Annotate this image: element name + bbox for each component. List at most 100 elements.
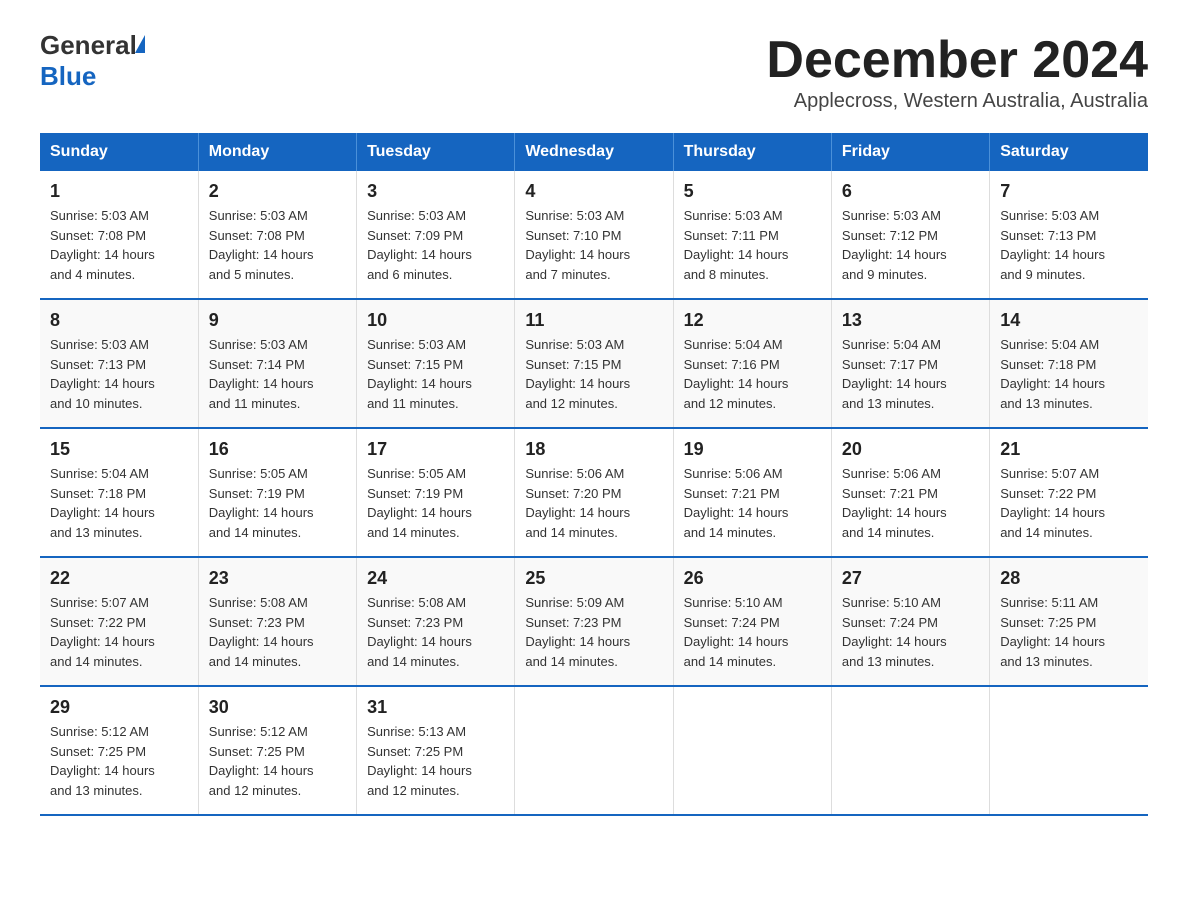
day-info: Sunrise: 5:08 AMSunset: 7:23 PMDaylight:… xyxy=(367,595,472,669)
header-monday: Monday xyxy=(198,133,356,171)
day-number: 15 xyxy=(50,439,188,460)
header-friday: Friday xyxy=(831,133,989,171)
day-info: Sunrise: 5:04 AMSunset: 7:18 PMDaylight:… xyxy=(1000,337,1105,411)
calendar-cell: 18 Sunrise: 5:06 AMSunset: 7:20 PMDaylig… xyxy=(515,428,673,557)
calendar-cell: 29 Sunrise: 5:12 AMSunset: 7:25 PMDaylig… xyxy=(40,686,198,815)
day-number: 9 xyxy=(209,310,346,331)
day-info: Sunrise: 5:03 AMSunset: 7:10 PMDaylight:… xyxy=(525,208,630,282)
day-info: Sunrise: 5:10 AMSunset: 7:24 PMDaylight:… xyxy=(842,595,947,669)
calendar-cell xyxy=(990,686,1148,815)
calendar-cell: 1 Sunrise: 5:03 AMSunset: 7:08 PMDayligh… xyxy=(40,171,198,299)
calendar-cell: 27 Sunrise: 5:10 AMSunset: 7:24 PMDaylig… xyxy=(831,557,989,686)
calendar-cell: 20 Sunrise: 5:06 AMSunset: 7:21 PMDaylig… xyxy=(831,428,989,557)
page-header: General Blue December 2024 Applecross, W… xyxy=(40,30,1148,113)
day-number: 25 xyxy=(525,568,662,589)
day-info: Sunrise: 5:03 AMSunset: 7:08 PMDaylight:… xyxy=(209,208,314,282)
header-saturday: Saturday xyxy=(990,133,1148,171)
day-number: 11 xyxy=(525,310,662,331)
day-info: Sunrise: 5:03 AMSunset: 7:13 PMDaylight:… xyxy=(1000,208,1105,282)
day-number: 13 xyxy=(842,310,979,331)
day-number: 1 xyxy=(50,181,188,202)
day-number: 26 xyxy=(684,568,821,589)
title-section: December 2024 Applecross, Western Austra… xyxy=(766,30,1148,113)
day-info: Sunrise: 5:10 AMSunset: 7:24 PMDaylight:… xyxy=(684,595,789,669)
day-number: 29 xyxy=(50,697,188,718)
day-info: Sunrise: 5:03 AMSunset: 7:15 PMDaylight:… xyxy=(525,337,630,411)
calendar-cell: 24 Sunrise: 5:08 AMSunset: 7:23 PMDaylig… xyxy=(357,557,515,686)
calendar-cell: 10 Sunrise: 5:03 AMSunset: 7:15 PMDaylig… xyxy=(357,299,515,428)
day-info: Sunrise: 5:03 AMSunset: 7:09 PMDaylight:… xyxy=(367,208,472,282)
day-number: 14 xyxy=(1000,310,1138,331)
day-info: Sunrise: 5:03 AMSunset: 7:14 PMDaylight:… xyxy=(209,337,314,411)
day-info: Sunrise: 5:05 AMSunset: 7:19 PMDaylight:… xyxy=(367,466,472,540)
day-number: 5 xyxy=(684,181,821,202)
day-info: Sunrise: 5:07 AMSunset: 7:22 PMDaylight:… xyxy=(50,595,155,669)
calendar-header-row: SundayMondayTuesdayWednesdayThursdayFrid… xyxy=(40,133,1148,171)
day-info: Sunrise: 5:07 AMSunset: 7:22 PMDaylight:… xyxy=(1000,466,1105,540)
day-number: 6 xyxy=(842,181,979,202)
day-info: Sunrise: 5:11 AMSunset: 7:25 PMDaylight:… xyxy=(1000,595,1105,669)
day-number: 22 xyxy=(50,568,188,589)
day-number: 31 xyxy=(367,697,504,718)
calendar-cell xyxy=(831,686,989,815)
day-number: 27 xyxy=(842,568,979,589)
calendar-table: SundayMondayTuesdayWednesdayThursdayFrid… xyxy=(40,133,1148,816)
logo-triangle-icon xyxy=(135,35,145,53)
calendar-cell: 16 Sunrise: 5:05 AMSunset: 7:19 PMDaylig… xyxy=(198,428,356,557)
calendar-cell: 26 Sunrise: 5:10 AMSunset: 7:24 PMDaylig… xyxy=(673,557,831,686)
calendar-cell: 19 Sunrise: 5:06 AMSunset: 7:21 PMDaylig… xyxy=(673,428,831,557)
calendar-cell: 12 Sunrise: 5:04 AMSunset: 7:16 PMDaylig… xyxy=(673,299,831,428)
day-info: Sunrise: 5:06 AMSunset: 7:20 PMDaylight:… xyxy=(525,466,630,540)
header-thursday: Thursday xyxy=(673,133,831,171)
calendar-cell: 4 Sunrise: 5:03 AMSunset: 7:10 PMDayligh… xyxy=(515,171,673,299)
calendar-cell: 22 Sunrise: 5:07 AMSunset: 7:22 PMDaylig… xyxy=(40,557,198,686)
header-sunday: Sunday xyxy=(40,133,198,171)
calendar-week-row: 22 Sunrise: 5:07 AMSunset: 7:22 PMDaylig… xyxy=(40,557,1148,686)
calendar-cell: 7 Sunrise: 5:03 AMSunset: 7:13 PMDayligh… xyxy=(990,171,1148,299)
calendar-week-row: 1 Sunrise: 5:03 AMSunset: 7:08 PMDayligh… xyxy=(40,171,1148,299)
day-number: 30 xyxy=(209,697,346,718)
day-info: Sunrise: 5:03 AMSunset: 7:08 PMDaylight:… xyxy=(50,208,155,282)
day-number: 18 xyxy=(525,439,662,460)
location: Applecross, Western Australia, Australia xyxy=(766,90,1148,113)
month-title: December 2024 xyxy=(766,30,1148,90)
day-info: Sunrise: 5:06 AMSunset: 7:21 PMDaylight:… xyxy=(842,466,947,540)
day-number: 3 xyxy=(367,181,504,202)
day-info: Sunrise: 5:04 AMSunset: 7:17 PMDaylight:… xyxy=(842,337,947,411)
header-tuesday: Tuesday xyxy=(357,133,515,171)
day-info: Sunrise: 5:09 AMSunset: 7:23 PMDaylight:… xyxy=(525,595,630,669)
calendar-cell: 8 Sunrise: 5:03 AMSunset: 7:13 PMDayligh… xyxy=(40,299,198,428)
calendar-cell xyxy=(673,686,831,815)
calendar-cell xyxy=(515,686,673,815)
day-number: 4 xyxy=(525,181,662,202)
calendar-cell: 9 Sunrise: 5:03 AMSunset: 7:14 PMDayligh… xyxy=(198,299,356,428)
calendar-cell: 2 Sunrise: 5:03 AMSunset: 7:08 PMDayligh… xyxy=(198,171,356,299)
calendar-cell: 21 Sunrise: 5:07 AMSunset: 7:22 PMDaylig… xyxy=(990,428,1148,557)
day-info: Sunrise: 5:03 AMSunset: 7:12 PMDaylight:… xyxy=(842,208,947,282)
calendar-cell: 14 Sunrise: 5:04 AMSunset: 7:18 PMDaylig… xyxy=(990,299,1148,428)
logo-blue-text: Blue xyxy=(40,61,96,92)
header-wednesday: Wednesday xyxy=(515,133,673,171)
day-number: 24 xyxy=(367,568,504,589)
calendar-cell: 28 Sunrise: 5:11 AMSunset: 7:25 PMDaylig… xyxy=(990,557,1148,686)
calendar-week-row: 8 Sunrise: 5:03 AMSunset: 7:13 PMDayligh… xyxy=(40,299,1148,428)
day-info: Sunrise: 5:03 AMSunset: 7:11 PMDaylight:… xyxy=(684,208,789,282)
day-info: Sunrise: 5:03 AMSunset: 7:13 PMDaylight:… xyxy=(50,337,155,411)
day-info: Sunrise: 5:05 AMSunset: 7:19 PMDaylight:… xyxy=(209,466,314,540)
calendar-cell: 17 Sunrise: 5:05 AMSunset: 7:19 PMDaylig… xyxy=(357,428,515,557)
calendar-cell: 23 Sunrise: 5:08 AMSunset: 7:23 PMDaylig… xyxy=(198,557,356,686)
day-number: 17 xyxy=(367,439,504,460)
calendar-cell: 25 Sunrise: 5:09 AMSunset: 7:23 PMDaylig… xyxy=(515,557,673,686)
calendar-cell: 3 Sunrise: 5:03 AMSunset: 7:09 PMDayligh… xyxy=(357,171,515,299)
day-number: 21 xyxy=(1000,439,1138,460)
calendar-week-row: 15 Sunrise: 5:04 AMSunset: 7:18 PMDaylig… xyxy=(40,428,1148,557)
calendar-cell: 13 Sunrise: 5:04 AMSunset: 7:17 PMDaylig… xyxy=(831,299,989,428)
day-info: Sunrise: 5:12 AMSunset: 7:25 PMDaylight:… xyxy=(209,724,314,798)
day-number: 19 xyxy=(684,439,821,460)
calendar-cell: 15 Sunrise: 5:04 AMSunset: 7:18 PMDaylig… xyxy=(40,428,198,557)
day-number: 16 xyxy=(209,439,346,460)
calendar-cell: 6 Sunrise: 5:03 AMSunset: 7:12 PMDayligh… xyxy=(831,171,989,299)
day-info: Sunrise: 5:03 AMSunset: 7:15 PMDaylight:… xyxy=(367,337,472,411)
calendar-week-row: 29 Sunrise: 5:12 AMSunset: 7:25 PMDaylig… xyxy=(40,686,1148,815)
day-info: Sunrise: 5:04 AMSunset: 7:16 PMDaylight:… xyxy=(684,337,789,411)
